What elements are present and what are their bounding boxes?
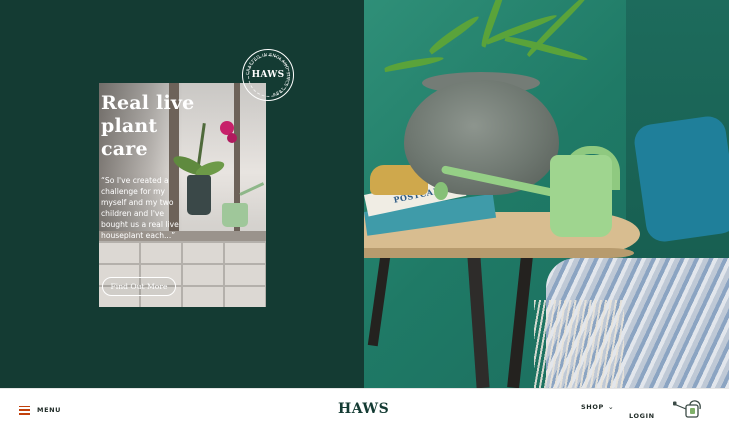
menu-label: MENU <box>37 406 62 414</box>
pillow <box>632 114 729 244</box>
bottom-navbar: MENU HAWS SHOP ⌄ LOGIN <box>0 388 729 430</box>
hero-banner: Real live plant care “So I've created a … <box>0 0 729 388</box>
stamp-logo-text: HAWS <box>251 70 285 80</box>
promo-title: Real live plant care <box>101 92 251 161</box>
hero-photo: POSTCARDS <box>364 0 729 388</box>
svg-text:CRAFTED IN ENGLAND SINCE 1886: CRAFTED IN ENGLAND SINCE 1886 <box>245 52 291 97</box>
fern-leaf <box>383 54 445 73</box>
promo-title-line: care <box>101 138 148 160</box>
fern-leaf <box>427 13 481 55</box>
login-label: LOGIN <box>629 412 655 420</box>
chevron-down-icon: ⌄ <box>607 403 614 411</box>
hero-left-panel: Real live plant care “So I've created a … <box>0 0 364 388</box>
login-link[interactable]: LOGIN <box>629 403 655 422</box>
shop-label: SHOP <box>581 403 604 411</box>
watering-can-cart-icon[interactable] <box>672 397 704 419</box>
promo-title-line: plant <box>101 115 158 137</box>
stamp-ring-text: CRAFTED IN ENGLAND SINCE 1886 <box>245 52 291 97</box>
promo-quote: “So I've created a challenge for my myse… <box>101 176 179 240</box>
menu-button[interactable]: MENU <box>19 403 61 417</box>
haws-logo[interactable]: HAWS <box>338 401 389 417</box>
hamburger-icon <box>19 405 30 415</box>
green-watering-can <box>550 155 612 237</box>
crafted-in-england-stamp: CRAFTED IN ENGLAND SINCE 1886 HAWS <box>242 49 294 101</box>
shop-menu[interactable]: SHOP ⌄ <box>581 403 614 411</box>
find-out-more-button[interactable]: Find Out More <box>102 277 176 296</box>
promo-title-line: Real live <box>101 92 195 114</box>
promo-text: Real live plant care “So I've created a … <box>101 92 251 241</box>
